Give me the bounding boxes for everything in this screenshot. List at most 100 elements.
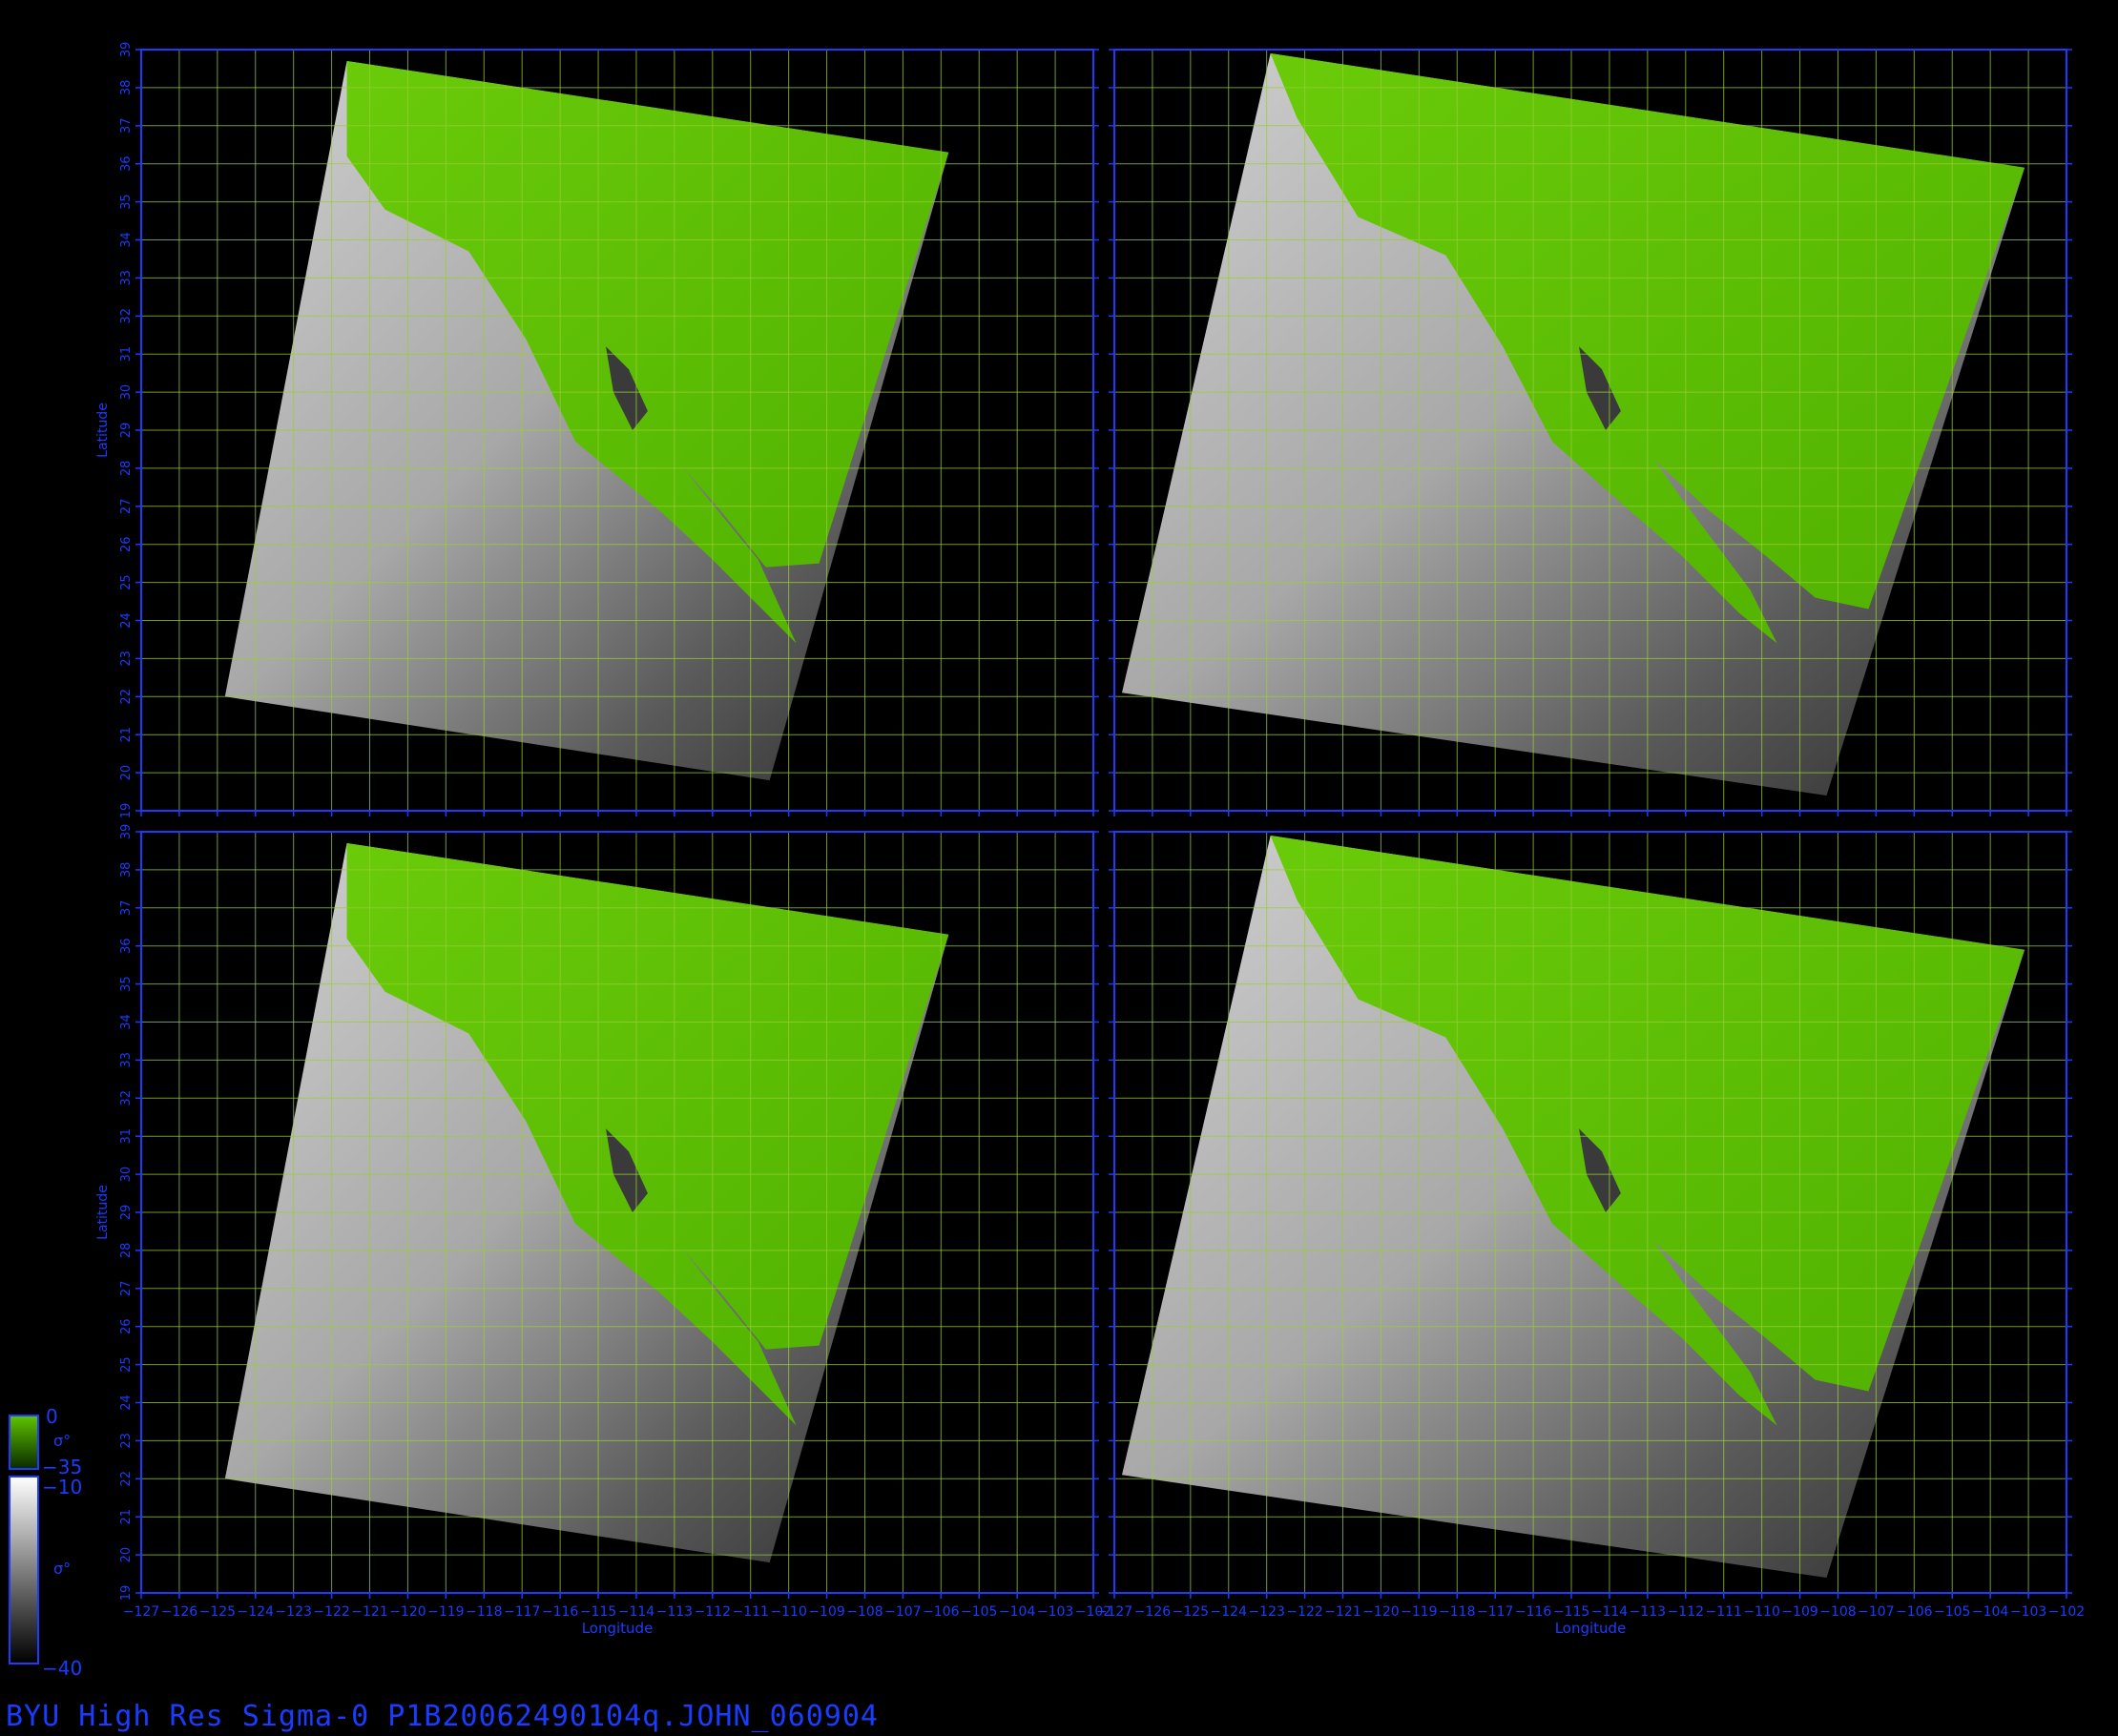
latitude-tick-label: 31 — [119, 1128, 134, 1145]
latitude-tick-label: 29 — [119, 1205, 134, 1221]
longitude-tick-label: −108 — [1819, 1604, 1856, 1620]
longitude-tick-label: −116 — [1515, 1604, 1552, 1620]
longitude-tick-label: −127 — [123, 1604, 159, 1620]
latitude-tick-label: 35 — [119, 194, 134, 210]
latitude-tick-label: 26 — [119, 536, 134, 552]
longitude-axis-title: Longitude — [582, 1620, 654, 1637]
latitude-tick-label: 23 — [119, 1433, 134, 1449]
longitude-tick-label: −103 — [1037, 1604, 1073, 1620]
longitude-tick-label: −106 — [1896, 1604, 1933, 1620]
latitude-tick-label: 24 — [119, 612, 134, 629]
latitude-tick-label: 26 — [119, 1318, 134, 1334]
figure-caption: BYU High Res Sigma-0 P1B20062490104q.JOH… — [6, 1700, 879, 1733]
longitude-tick-label: −113 — [1630, 1604, 1666, 1620]
longitude-tick-label: −108 — [846, 1604, 882, 1620]
longitude-tick-label: −125 — [1173, 1604, 1209, 1620]
longitude-tick-label: −114 — [618, 1604, 655, 1620]
longitude-tick-label: −114 — [1591, 1604, 1629, 1620]
longitude-tick-label: −116 — [542, 1604, 579, 1620]
latitude-axis-title: Latitude — [95, 403, 111, 458]
longitude-tick-label: −109 — [808, 1604, 844, 1620]
legend-ocean-bottom: −40 — [42, 1657, 82, 1680]
latitude-tick-label: 32 — [119, 308, 134, 324]
panel-bottom-left: 19 20 21 22 23 24 25 26 27 28 29 30 31 32 33 34 35 36 37 38… — [95, 824, 1111, 1637]
ocean-colorbar — [9, 1476, 39, 1664]
longitude-tick-label: −121 — [351, 1604, 387, 1620]
latitude-tick-label: 22 — [119, 1471, 134, 1487]
latitude-tick-label: 19 — [119, 803, 134, 819]
longitude-tick-label: −120 — [389, 1604, 426, 1620]
latitude-axis-title: Latitude — [95, 1185, 111, 1240]
longitude-tick-label: −120 — [1362, 1604, 1399, 1620]
longitude-tick-label: −125 — [199, 1604, 236, 1620]
longitude-tick-label: −113 — [656, 1604, 693, 1620]
longitude-tick-label: −104 — [1972, 1604, 2009, 1620]
latitude-tick-label: 30 — [119, 1167, 134, 1183]
latitude-tick-label: 34 — [119, 1014, 134, 1030]
longitude-tick-label: −123 — [1248, 1604, 1284, 1620]
latitude-tick-label: 34 — [119, 232, 134, 248]
longitude-tick-label: −118 — [466, 1604, 502, 1620]
longitude-tick-label: −126 — [1134, 1604, 1172, 1620]
latitude-tick-label: 33 — [119, 1052, 134, 1068]
latitude-tick-label: 29 — [119, 423, 134, 439]
latitude-tick-label: 19 — [119, 1585, 134, 1602]
latitude-tick-label: 39 — [119, 42, 134, 58]
panel-top-right — [1109, 49, 2072, 816]
latitude-tick-label: 36 — [119, 155, 134, 172]
longitude-tick-label: −102 — [2048, 1604, 2085, 1620]
longitude-tick-label: −124 — [1211, 1604, 1248, 1620]
longitude-axis-title: Longitude — [1555, 1620, 1627, 1637]
latitude-tick-label: 38 — [119, 862, 134, 878]
legend-land-top: 0 — [46, 1405, 58, 1428]
latitude-tick-label: 28 — [119, 461, 134, 477]
longitude-tick-label: −123 — [275, 1604, 311, 1620]
panel-top-left: 19 20 21 22 23 24 25 26 27 28 29 30 31 32 33 34 35 36 37 38… — [95, 42, 1099, 819]
longitude-tick-label: −115 — [1553, 1604, 1589, 1620]
latitude-tick-label: 24 — [119, 1395, 134, 1411]
legend-ocean-symbol: σ° — [53, 1560, 71, 1578]
legend-land-symbol: σ° — [53, 1432, 71, 1450]
longitude-tick-label: −126 — [161, 1604, 198, 1620]
longitude-tick-label: −117 — [504, 1604, 540, 1620]
longitude-tick-label: −103 — [2010, 1604, 2046, 1620]
latitude-tick-label: 20 — [119, 765, 134, 781]
latitude-tick-label: 25 — [119, 574, 134, 590]
latitude-tick-label: 30 — [119, 384, 134, 401]
latitude-tick-label: 23 — [119, 651, 134, 667]
latitude-tick-label: 38 — [119, 80, 134, 96]
longitude-tick-label: −122 — [1286, 1604, 1322, 1620]
longitude-tick-label: −107 — [1858, 1604, 1894, 1620]
land-colorbar — [9, 1415, 39, 1470]
latitude-tick-label: 37 — [119, 118, 134, 134]
latitude-tick-label: 22 — [119, 689, 134, 705]
longitude-tick-label: −104 — [999, 1604, 1036, 1620]
longitude-tick-label: −122 — [313, 1604, 349, 1620]
colorbar-legend: 0 σ° −35 −10 σ° −40 — [9, 1405, 82, 1680]
latitude-tick-label: 21 — [119, 727, 134, 743]
longitude-tick-label: −110 — [1743, 1604, 1779, 1620]
longitude-tick-label: −105 — [961, 1604, 997, 1620]
longitude-tick-label: −127 — [1096, 1604, 1132, 1620]
longitude-tick-label: −124 — [238, 1604, 275, 1620]
latitude-tick-label: 27 — [119, 1281, 134, 1297]
longitude-tick-label: −111 — [732, 1604, 768, 1620]
latitude-tick-label: 21 — [119, 1509, 134, 1525]
longitude-tick-label: −106 — [923, 1604, 960, 1620]
latitude-tick-label: 37 — [119, 900, 134, 917]
longitude-tick-label: −119 — [1401, 1604, 1437, 1620]
figure: 19 20 21 22 23 24 25 26 27 28 29 30 31 32 33 34 35 36 37 38… — [9, 42, 2085, 1680]
latitude-tick-label: 25 — [119, 1356, 134, 1373]
longitude-tick-label: −121 — [1324, 1604, 1360, 1620]
longitude-tick-label: −111 — [1705, 1604, 1741, 1620]
longitude-tick-label: −112 — [1668, 1604, 1704, 1620]
panel-bottom-right: −127 −126 −125 −124 −123 −122 −121 −120 −119 −118… — [1096, 831, 2085, 1637]
latitude-tick-label: 39 — [119, 824, 134, 840]
latitude-tick-label: 35 — [119, 976, 134, 992]
longitude-tick-label: −118 — [1439, 1604, 1475, 1620]
latitude-tick-label: 33 — [119, 270, 134, 286]
longitude-tick-label: −110 — [770, 1604, 806, 1620]
latitude-tick-label: 36 — [119, 938, 134, 954]
longitude-tick-label: −115 — [580, 1604, 616, 1620]
latitude-tick-label: 28 — [119, 1243, 134, 1259]
